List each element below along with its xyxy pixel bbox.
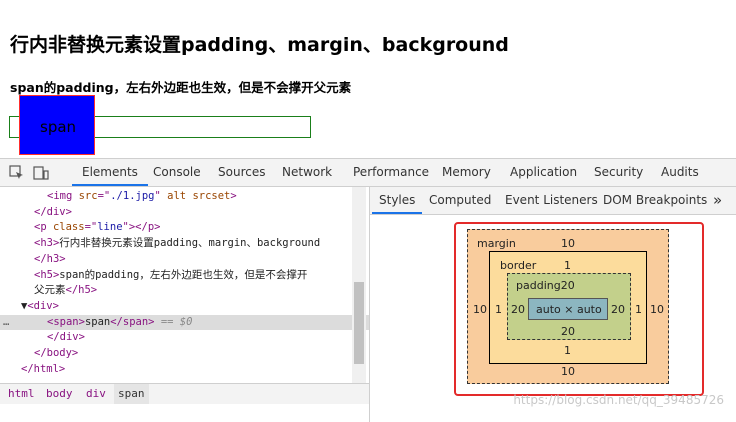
padding-right-value[interactable]: 20 xyxy=(611,303,625,316)
border-right-value[interactable]: 1 xyxy=(635,303,642,316)
tab-audits[interactable]: Audits xyxy=(651,159,709,186)
margin-bottom-value[interactable]: 10 xyxy=(561,365,575,378)
device-toolbar-icon[interactable] xyxy=(33,165,49,181)
code-token: <span> xyxy=(47,315,85,328)
code-token: <h5> xyxy=(34,268,60,281)
inspect-icon[interactable] xyxy=(9,165,25,181)
code-token: class xyxy=(52,221,85,234)
code-token: 行内非替换元素设置padding、margin、background xyxy=(59,237,321,250)
code-token: span xyxy=(84,315,111,328)
dom-node-row[interactable]: </body> xyxy=(0,346,369,361)
dom-node-row[interactable]: <p class="line"></p> xyxy=(0,220,369,235)
tab-performance[interactable]: Performance xyxy=(343,159,439,186)
dom-node-row[interactable]: ▼<div> xyxy=(0,299,369,314)
styles-tab-event-listeners[interactable]: Event Listeners xyxy=(498,187,605,214)
code-token: "></p> xyxy=(122,221,161,234)
elements-tree[interactable]: <img src="./1.jpg" alt srcset> </div> <p c… xyxy=(0,187,369,384)
padding-label: padding20 xyxy=(516,279,575,292)
page-heading: 行内非替换元素设置padding、margin、background xyxy=(10,34,509,56)
code-token: span的padding，左右外边距也生效，但是不会撑开 xyxy=(59,268,308,281)
tab-security[interactable]: Security xyxy=(584,159,653,186)
rendered-page: 行内非替换元素设置padding、margin、background span的… xyxy=(0,0,736,160)
tab-sources[interactable]: Sources xyxy=(208,159,275,186)
margin-right-value[interactable]: 10 xyxy=(650,303,664,316)
border-left-value[interactable]: 1 xyxy=(495,303,502,316)
styles-tabbar: Styles Computed Event Listeners DOM Breakpo… xyxy=(370,187,736,215)
code-token: " xyxy=(154,190,168,202)
dom-node-row[interactable]: </h3> xyxy=(0,252,369,267)
dom-node-row[interactable]: <img src="./1.jpg" alt srcset> xyxy=(0,189,369,204)
watermark: https://blog.csdn.net/qq_39485726 xyxy=(513,393,724,407)
tab-memory[interactable]: Memory xyxy=(432,159,501,186)
code-token: </div> xyxy=(47,331,85,344)
styles-tab-styles[interactable]: Styles xyxy=(372,187,423,214)
content-size-value[interactable]: auto × auto xyxy=(536,303,602,316)
tab-console[interactable]: Console xyxy=(143,159,211,186)
page-subheading: span的padding，左右外边距也生效，但是不会撑开父元素 xyxy=(10,80,352,95)
styles-pane: Styles Computed Event Listeners DOM Breakpo… xyxy=(369,187,736,422)
breadcrumb-html[interactable]: html xyxy=(8,384,35,404)
styles-tab-dom-breakpoints[interactable]: DOM Breakpoints xyxy=(596,187,714,214)
breadcrumb-span[interactable]: span xyxy=(114,384,149,404)
code-token: </div> xyxy=(34,205,72,218)
border-top-value[interactable]: 1 xyxy=(564,259,571,272)
code-token: <div> xyxy=(27,299,59,312)
node-actions-icon[interactable]: … xyxy=(3,315,9,330)
code-token: </body> xyxy=(34,347,79,359)
styles-tab-computed[interactable]: Computed xyxy=(422,187,498,214)
dom-node-row[interactable]: </html> xyxy=(0,362,369,377)
code-token: <p xyxy=(34,221,53,234)
span-text: span xyxy=(40,118,77,136)
code-token: </span> xyxy=(110,315,155,328)
devtools-panel: Elements Console Sources Network Performance… xyxy=(0,158,736,422)
dom-node-row[interactable]: <h3>行内非替换元素设置padding、margin、background xyxy=(0,236,369,251)
tab-application[interactable]: Application xyxy=(500,159,587,186)
code-token: src xyxy=(78,190,98,202)
padding-bottom-value[interactable]: 20 xyxy=(561,325,575,338)
code-token: <h3> xyxy=(34,237,60,250)
border-bottom-value[interactable]: 1 xyxy=(564,344,571,357)
breadcrumb-div[interactable]: div xyxy=(86,384,106,404)
tab-network[interactable]: Network xyxy=(272,159,342,186)
code-token: line xyxy=(97,221,123,234)
dom-node-row[interactable]: </div> xyxy=(0,330,369,345)
margin-left-value[interactable]: 10 xyxy=(473,303,487,316)
scrollbar-thumb[interactable] xyxy=(354,282,364,364)
more-tabs-icon[interactable]: » xyxy=(713,187,722,214)
dom-node-row[interactable]: 父元素</h5> xyxy=(0,283,369,298)
dom-node-row[interactable]: <h5>span的padding，左右外边距也生效，但是不会撑开 xyxy=(0,268,369,283)
code-token: alt srcset xyxy=(167,190,231,202)
devtools-tabbar: Elements Console Sources Network Performance… xyxy=(0,159,736,187)
padding-left-value[interactable]: 20 xyxy=(511,303,525,316)
code-token: </h5> xyxy=(65,284,98,297)
margin-top-value[interactable]: 10 xyxy=(561,237,575,250)
code-token: </html> xyxy=(21,362,66,375)
elements-scrollbar[interactable] xyxy=(352,187,366,384)
code-token: ./1.jpg xyxy=(110,190,155,202)
breadcrumb-body[interactable]: body xyxy=(46,384,73,404)
code-token: </h3> xyxy=(34,252,66,265)
border-label: border xyxy=(500,259,537,272)
code-token: =" xyxy=(97,190,111,202)
code-token: =" xyxy=(84,221,98,234)
breadcrumb: html body div span xyxy=(0,383,369,404)
code-token: <img xyxy=(47,190,79,202)
margin-label: margin xyxy=(477,237,516,250)
code-token: == $0 xyxy=(154,315,193,328)
selected-node-row[interactable]: … <span>span</span> == $0 xyxy=(0,314,369,330)
code-token: > xyxy=(230,190,237,202)
code-token: 父元素 xyxy=(34,284,66,297)
dom-node-row[interactable]: </div> xyxy=(0,205,369,220)
tab-elements[interactable]: Elements xyxy=(72,159,148,186)
